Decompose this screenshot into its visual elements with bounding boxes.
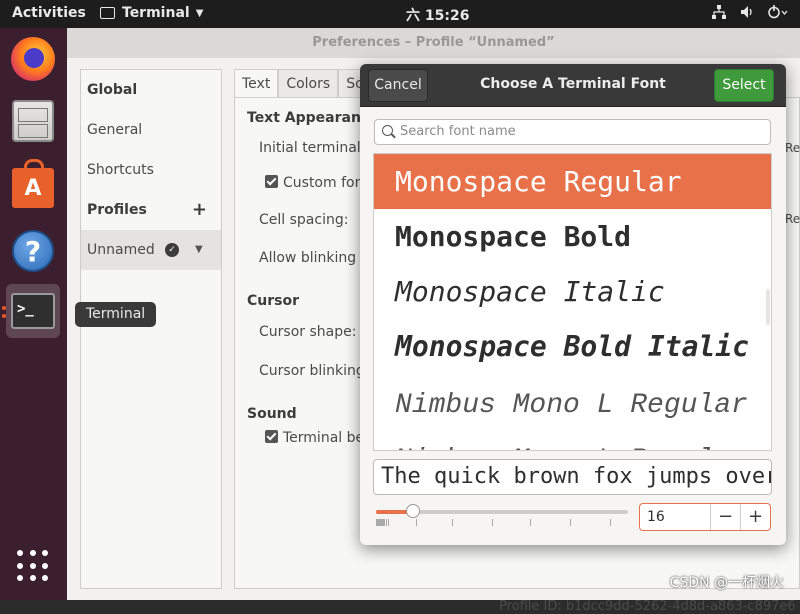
slider-tick — [416, 519, 417, 526]
decrease-size-button[interactable]: − — [710, 504, 740, 530]
slider-tick — [610, 519, 611, 526]
font-list-scrollbar[interactable] — [766, 289, 770, 325]
sidebar-heading-profiles: Profiles + — [81, 190, 221, 230]
profile-name: Unnamed — [87, 242, 155, 258]
dock: A ? >_ — [0, 28, 67, 600]
activities-button[interactable]: Activities — [12, 5, 86, 21]
terminal-bell-label: Terminal be — [283, 430, 365, 446]
running-indicator — [2, 314, 6, 318]
font-size-slider[interactable] — [374, 504, 630, 529]
software-icon[interactable]: A — [6, 158, 60, 212]
font-item-monospace-bold[interactable]: Monospace Bold — [374, 209, 771, 264]
font-item-monospace-italic[interactable]: Monospace Italic — [374, 264, 771, 319]
software-glyph: A — [12, 159, 54, 208]
help-glyph: ? — [12, 230, 54, 272]
cell-spacing-label: Cell spacing: — [259, 212, 349, 228]
terminal-glyph: >_ — [11, 293, 55, 329]
sidebar-item-profile-unnamed[interactable]: Unnamed ✓ ▼ — [81, 230, 221, 270]
top-bar: Activities Terminal ▼ 六 15:26 — [0, 0, 800, 28]
font-chooser-dialog: Cancel Choose A Terminal Font Select Sea… — [360, 64, 786, 545]
slider-tick — [492, 519, 493, 526]
custom-font-label: Custom fon — [283, 175, 364, 191]
slider-tick — [452, 519, 453, 526]
power-icon[interactable] — [768, 5, 788, 23]
slider-ticks — [376, 519, 628, 527]
firefox-icon[interactable] — [6, 32, 60, 86]
profile-id: Profile ID: b1dcc9dd-5262-4d8d-a863-c897… — [499, 599, 796, 614]
increase-size-button[interactable]: + — [740, 504, 770, 530]
slider-tick — [530, 519, 531, 526]
system-tray[interactable] — [712, 5, 788, 23]
sidebar-heading-global: Global — [87, 82, 138, 98]
dialog-header: Cancel Choose A Terminal Font Select — [360, 64, 786, 107]
allow-blinking-label: Allow blinking t — [259, 250, 367, 266]
dock-tooltip: Terminal — [75, 302, 157, 327]
running-indicator — [2, 306, 6, 310]
window-title: Preferences – Profile “Unnamed” — [67, 28, 800, 58]
preferences-sidebar: Global General Shortcuts Profiles + Unna… — [80, 69, 222, 589]
add-profile-button[interactable]: + — [192, 190, 207, 230]
terminal-small-icon — [100, 7, 115, 19]
clock[interactable]: 六 15:26 — [406, 5, 469, 25]
font-item-monospace-bold-italic[interactable]: Monospace Bold Italic — [374, 319, 771, 374]
profile-menu-chevron-icon[interactable]: ▼ — [195, 230, 203, 270]
tab-colors[interactable]: Colors — [278, 69, 339, 97]
search-placeholder: Search font name — [400, 124, 516, 139]
cursor-blinking-label: Cursor blinking — [259, 363, 365, 379]
font-preview-field[interactable]: The quick brown fox jumps over — [373, 459, 772, 495]
tab-strip: Text Colors Sc — [234, 69, 371, 97]
terminal-icon[interactable]: >_ — [6, 284, 60, 338]
cursor-shape-label: Cursor shape: — [259, 324, 357, 340]
files-icon[interactable] — [6, 94, 60, 148]
show-applications-icon[interactable] — [17, 550, 49, 582]
terminal-bell-checkbox[interactable]: Terminal be — [265, 430, 364, 446]
slider-tick — [384, 519, 385, 526]
font-item-monospace-regular[interactable]: Monospace Regular — [374, 154, 771, 209]
checkbox-checked-icon[interactable] — [265, 175, 278, 188]
checkbox-checked-icon[interactable] — [265, 430, 278, 443]
slider-tick — [386, 519, 387, 526]
profiles-label: Profiles — [87, 202, 147, 218]
select-button[interactable]: Select — [714, 69, 774, 102]
reset-button-partial[interactable]: Re — [785, 212, 800, 226]
font-size-spinbutton[interactable]: 16 − + — [639, 503, 771, 531]
section-sound: Sound — [247, 406, 297, 422]
slider-tick — [570, 519, 571, 526]
network-icon[interactable] — [712, 5, 726, 23]
sidebar-item-shortcuts[interactable]: Shortcuts — [81, 150, 221, 190]
font-list[interactable]: Monospace Regular Monospace Bold Monospa… — [373, 153, 772, 451]
font-item-nimbus-mono-partial[interactable]: Nimbus Mono L Regular — [374, 433, 771, 450]
watermark: CSDN @一杯烟火 — [669, 575, 784, 591]
sidebar-item-general[interactable]: General — [81, 110, 221, 150]
search-icon — [382, 125, 393, 136]
reset-button-partial[interactable]: Re — [785, 141, 800, 155]
app-menu-label: Terminal — [122, 5, 190, 21]
slider-handle[interactable] — [406, 504, 420, 518]
tab-text[interactable]: Text — [234, 69, 279, 97]
default-profile-check-icon: ✓ — [165, 243, 179, 257]
help-icon[interactable]: ? — [6, 224, 60, 278]
app-menu[interactable]: Terminal ▼ — [100, 5, 203, 21]
volume-icon[interactable] — [740, 5, 754, 23]
font-size-value[interactable]: 16 — [647, 504, 665, 530]
font-search-input[interactable]: Search font name — [374, 119, 771, 145]
font-item-nimbus-mono[interactable]: Nimbus Mono L Regular — [374, 378, 771, 433]
initial-terminal-size-label: Initial terminal — [259, 140, 361, 156]
slider-tick — [388, 519, 389, 526]
section-text-appearance: Text Appearanc — [247, 110, 370, 126]
section-cursor: Cursor — [247, 293, 300, 309]
custom-font-checkbox[interactable]: Custom fon — [265, 175, 363, 191]
chevron-down-icon: ▼ — [195, 7, 204, 19]
